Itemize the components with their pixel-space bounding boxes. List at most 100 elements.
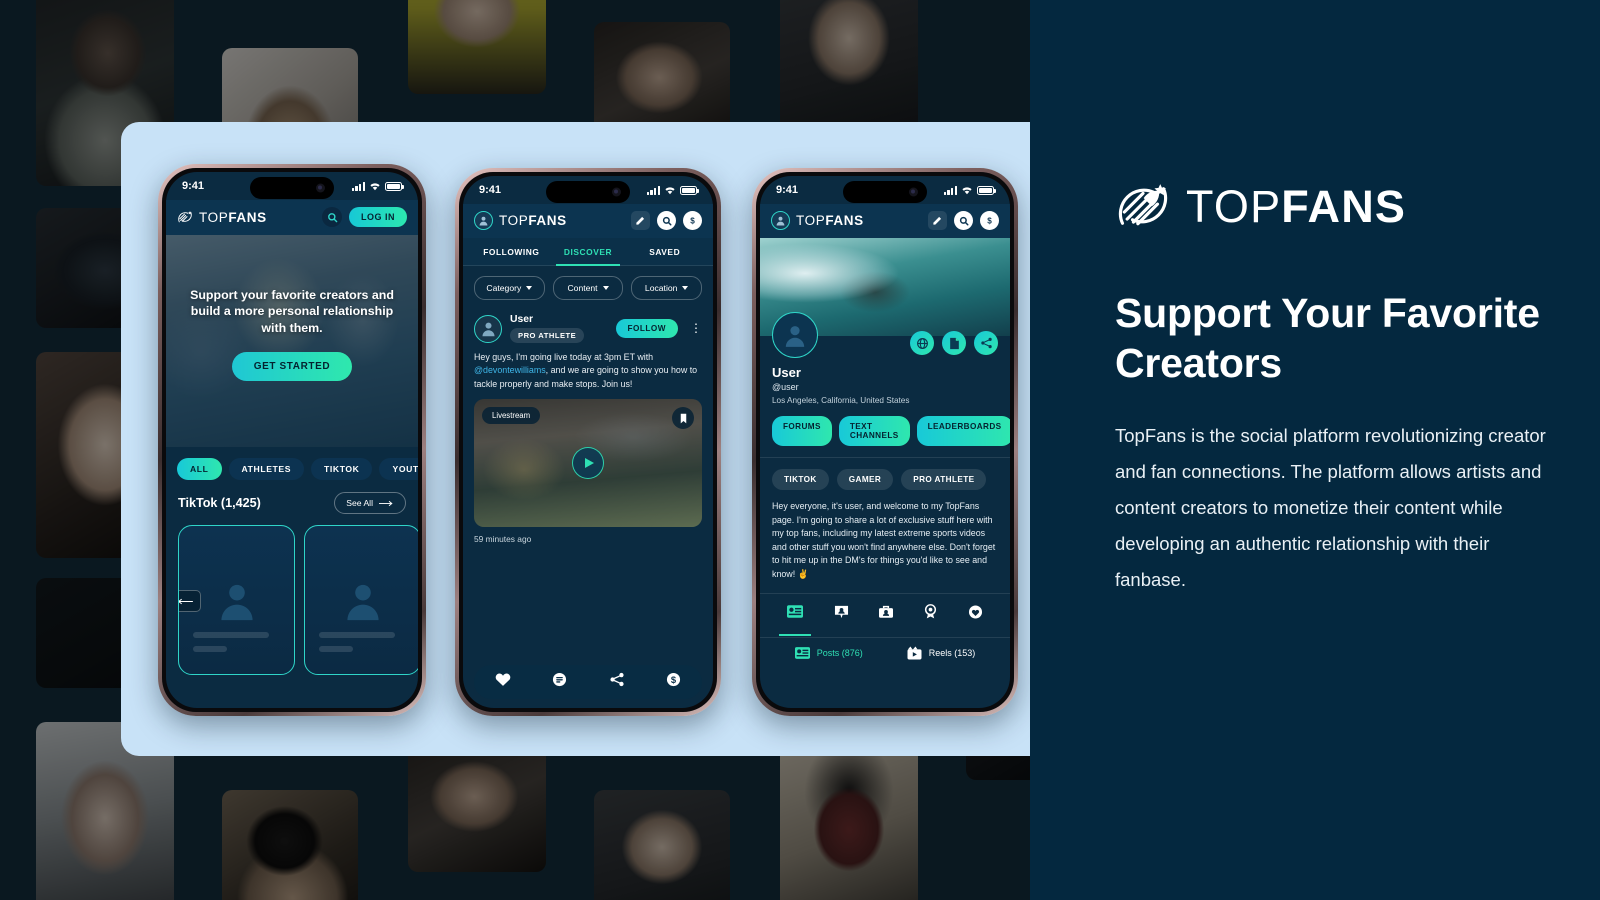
battery-full-icon — [385, 181, 404, 191]
post-author-avatar[interactable] — [474, 314, 502, 343]
compose-icon[interactable] — [928, 211, 947, 230]
creator-card[interactable] — [178, 525, 295, 675]
heart-icon[interactable] — [495, 672, 511, 692]
posts-icon — [794, 647, 810, 660]
right-info-panel: TOPFANS Support Your Favorite Creators T… — [1030, 0, 1600, 900]
see-all-button[interactable]: See All — [334, 492, 406, 514]
chip-all[interactable]: ALL — [177, 458, 222, 480]
document-icon[interactable] — [942, 331, 966, 355]
post-text: Hey guys, I'm going live today at 3pm ET… — [463, 343, 713, 391]
briefcase-icon[interactable] — [879, 605, 894, 630]
status-bar: 9:41 — [463, 176, 713, 204]
filter-location[interactable]: Location — [631, 276, 703, 300]
share-icon[interactable] — [609, 672, 625, 692]
feed-tabs[interactable]: FOLLOWING DISCOVER SAVED — [463, 238, 713, 266]
user-avatar-icon[interactable] — [474, 211, 493, 230]
tab-saved[interactable]: SAVED — [626, 238, 703, 265]
status-bar: 9:41 — [166, 172, 418, 200]
chevron-down-icon — [602, 286, 609, 290]
user-avatar-icon[interactable] — [771, 211, 790, 230]
carousel-prev-button[interactable] — [179, 590, 201, 612]
tab-discover[interactable]: DISCOVER — [550, 238, 627, 266]
profile-bio: Hey everyone, it's user, and welcome to … — [772, 501, 996, 579]
profile-icon-tabs[interactable] — [760, 593, 1010, 637]
posts-icon[interactable] — [779, 605, 812, 637]
reels-count[interactable]: Reels (153) — [907, 646, 976, 660]
pill-text-channels[interactable]: TEXT CHANNELS — [838, 416, 910, 446]
section-title: TikTok (1,425) — [178, 496, 261, 510]
rocket-icon — [178, 211, 192, 223]
brand-logo: TOPFANS — [771, 211, 864, 230]
filter-content[interactable]: Content — [552, 276, 624, 300]
tag-pro-athlete[interactable]: PRO ATHLETE — [901, 469, 987, 490]
chevron-down-icon — [526, 286, 533, 290]
creator-card-carousel[interactable] — [166, 514, 418, 675]
heart-circle-icon[interactable] — [968, 605, 983, 630]
profile-nav-pills[interactable]: FORUMS TEXT CHANNELS LEADERBOARDS — [760, 405, 1010, 458]
filter-category[interactable]: Category — [474, 276, 545, 300]
tag-tiktok[interactable]: TIKTOK — [772, 469, 829, 490]
app-header: TOPFANS $ — [463, 204, 713, 238]
filter-row[interactable]: Category Content Location — [463, 266, 713, 310]
profile-card-icon[interactable] — [834, 605, 849, 630]
chip-youtube[interactable]: YOUT — [379, 458, 418, 480]
bookmark-icon[interactable] — [672, 407, 694, 430]
brand-wordmark: TOPFANS — [796, 213, 864, 228]
post-author-badge: PRO ATHLETE — [510, 328, 585, 343]
kebab-menu-icon[interactable]: ⋮ — [686, 322, 702, 334]
pill-forums[interactable]: FORUMS — [772, 416, 832, 446]
filter-label: Category — [486, 283, 522, 293]
svg-text:$: $ — [671, 675, 677, 685]
rocket-icon — [1118, 184, 1168, 226]
play-icon[interactable] — [572, 447, 604, 480]
comment-icon[interactable] — [552, 672, 567, 692]
follow-button[interactable]: FOLLOW — [615, 319, 678, 338]
globe-icon[interactable] — [910, 331, 934, 355]
login-button[interactable]: LOG IN — [349, 207, 407, 227]
profile-name: User — [772, 365, 801, 380]
section-header: TikTok (1,425) See All — [166, 480, 418, 514]
search-icon[interactable] — [657, 211, 676, 230]
svg-text:$: $ — [690, 216, 695, 225]
post-timestamp: 59 minutes ago — [474, 534, 532, 545]
award-icon[interactable] — [924, 604, 937, 630]
profile-counts[interactable]: Posts (876) Reels (153) — [760, 637, 1010, 670]
status-bar: 9:41 — [760, 176, 1010, 204]
user-avatar-icon — [220, 584, 253, 621]
battery-full-icon — [977, 185, 996, 195]
tag-gamer[interactable]: GAMER — [836, 469, 894, 490]
compose-icon[interactable] — [631, 211, 650, 230]
dollar-circle-icon[interactable]: $ — [683, 211, 702, 230]
arrow-left-icon — [179, 598, 193, 604]
chip-athletes[interactable]: ATHLETES — [228, 458, 305, 480]
creator-card[interactable] — [304, 525, 418, 675]
chip-tiktok[interactable]: TIKTOK — [311, 458, 373, 480]
tab-following[interactable]: FOLLOWING — [473, 238, 550, 265]
reels-count-label: Reels (153) — [928, 648, 976, 659]
dollar-circle-icon[interactable]: $ — [980, 211, 999, 230]
dollar-circle-icon[interactable]: $ — [666, 672, 681, 692]
share-icon[interactable] — [974, 331, 998, 355]
mention-link[interactable]: @devontewilliams — [474, 365, 546, 375]
page-headline: Support Your Favorite Creators — [1115, 290, 1540, 387]
category-chip-row[interactable]: ALL ATHLETES TIKTOK YOUT — [166, 447, 418, 480]
search-icon[interactable] — [954, 211, 973, 230]
avatar[interactable] — [772, 312, 818, 358]
front-camera-icon — [612, 187, 621, 197]
search-icon[interactable] — [322, 207, 342, 227]
post-author-name: User — [510, 314, 534, 325]
post-media[interactable]: Livestream — [474, 399, 702, 528]
collage-tile — [594, 790, 730, 900]
post-action-bar[interactable]: $ — [474, 665, 702, 699]
see-all-label: See All — [346, 498, 373, 508]
arrow-right-icon — [379, 500, 393, 506]
svg-text:$: $ — [987, 216, 992, 225]
profile-row — [760, 312, 1010, 358]
phone-mockup-onboarding: 9:41 TOPFANS LOG IN Support your favorit… — [158, 164, 426, 716]
posts-count[interactable]: Posts (876) — [794, 646, 863, 660]
get-started-button[interactable]: GET STARTED — [231, 352, 353, 382]
collage-tile — [780, 742, 918, 900]
pill-leaderboards[interactable]: LEADERBOARDS — [916, 416, 1010, 446]
brand-wordmark: TOPFANS — [199, 209, 267, 225]
posts-count-label: Posts (876) — [816, 648, 863, 659]
